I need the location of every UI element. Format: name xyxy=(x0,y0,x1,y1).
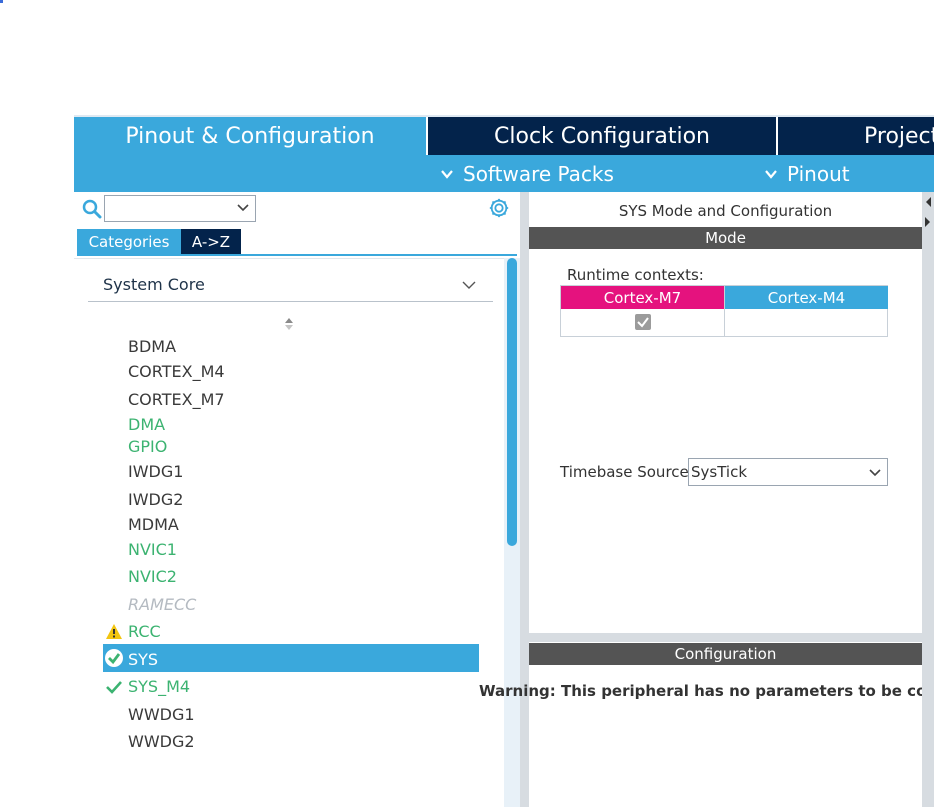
list-item-nvic1[interactable]: NVIC1 xyxy=(128,540,177,559)
list-item-dma[interactable]: DMA xyxy=(128,415,165,434)
chevron-down-icon[interactable] xyxy=(462,280,476,290)
chevron-down-icon xyxy=(869,469,881,477)
search-input[interactable] xyxy=(104,195,256,222)
timebase-source-select[interactable]: SysTick xyxy=(688,458,888,486)
az-label: A->Z xyxy=(191,232,231,251)
az-button[interactable]: A->Z xyxy=(181,229,241,254)
chevron-left-icon[interactable] xyxy=(924,196,932,208)
tab-label: Clock Configuration xyxy=(494,123,710,149)
tab-project-manager[interactable]: Project Manager xyxy=(778,117,934,155)
list-item-sys-m4[interactable]: SYS_M4 xyxy=(128,677,190,696)
mode-header-label: Mode xyxy=(705,229,746,247)
tab-label: Pinout & Configuration xyxy=(125,123,375,149)
list-item-iwdg1[interactable]: IWDG1 xyxy=(128,462,183,481)
scrollbar-thumb[interactable] xyxy=(507,258,517,546)
gear-icon[interactable] xyxy=(488,197,510,219)
corner-mark xyxy=(0,0,3,3)
software-packs-label: Software Packs xyxy=(463,161,614,186)
list-item-cortex-m4[interactable]: CORTEX_M4 xyxy=(128,362,225,381)
configuration-section-header[interactable]: Configuration xyxy=(529,643,922,665)
tab-clock-configuration[interactable]: Clock Configuration xyxy=(428,117,776,155)
check-icon xyxy=(637,317,649,328)
timebase-source-value: SysTick xyxy=(691,463,748,481)
selected-row-highlight xyxy=(103,644,479,672)
list-item-rcc[interactable]: RCC xyxy=(128,622,161,641)
list-item-sys[interactable]: SYS xyxy=(128,650,158,669)
configuration-header-label: Configuration xyxy=(674,645,777,663)
stm32cube-app: Pinout & Configuration Clock Configurati… xyxy=(74,115,934,807)
chevron-down-icon[interactable] xyxy=(237,203,249,213)
list-item-mdma[interactable]: MDMA xyxy=(128,515,179,534)
context-header-cortex-m4: Cortex-M4 xyxy=(725,286,888,309)
panel-splitter[interactable] xyxy=(520,192,529,807)
list-item-wwdg2[interactable]: WWDG2 xyxy=(128,732,195,751)
pinout-menu[interactable]: Pinout xyxy=(765,155,850,192)
context-checkbox-cortex-m7[interactable] xyxy=(635,314,651,330)
list-item-nvic2[interactable]: NVIC2 xyxy=(128,567,177,586)
software-packs-menu[interactable]: Software Packs xyxy=(441,155,614,192)
right-panel-scrollbar[interactable] xyxy=(922,192,934,807)
list-item-iwdg2[interactable]: IWDG2 xyxy=(128,490,183,509)
tab-pinout-configuration[interactable]: Pinout & Configuration xyxy=(74,117,426,155)
group-title-system-core[interactable]: System Core xyxy=(103,275,205,294)
chevron-down-icon xyxy=(765,169,777,179)
context-label: Cortex-M4 xyxy=(767,288,846,307)
context-checkbox-cortex-m4[interactable] xyxy=(725,310,888,336)
top-tab-bar: Pinout & Configuration Clock Configurati… xyxy=(74,115,934,155)
tab-label: Project Manager xyxy=(864,123,934,149)
list-item-ramecc[interactable]: RAMECC xyxy=(128,595,196,614)
section-splitter[interactable] xyxy=(529,633,922,642)
sub-menu-bar: Software Packs Pinout xyxy=(74,155,934,192)
runtime-context-table: Cortex-M7 Cortex-M4 xyxy=(560,285,888,337)
no-parameters-warning: Warning: This peripheral has no paramete… xyxy=(479,682,934,700)
runtime-contexts-label: Runtime contexts: xyxy=(567,266,704,284)
context-label: Cortex-M7 xyxy=(603,288,682,307)
timebase-source-label: Timebase Source xyxy=(560,463,689,481)
check-circle-icon xyxy=(105,649,123,667)
pinout-label: Pinout xyxy=(787,161,850,186)
categories-label: Categories xyxy=(88,232,170,251)
mode-section-header[interactable]: Mode xyxy=(529,227,922,249)
context-header-cortex-m7: Cortex-M7 xyxy=(561,286,724,309)
list-item-gpio[interactable]: GPIO xyxy=(128,437,167,456)
mode-configuration-panel: SYS Mode and Configuration Mode Runtime … xyxy=(479,192,934,807)
group-divider xyxy=(88,301,493,302)
search-icon[interactable] xyxy=(82,199,102,219)
chevron-down-icon xyxy=(441,169,453,179)
chevron-right-icon[interactable] xyxy=(924,216,932,228)
sort-icon[interactable] xyxy=(283,316,295,332)
list-item-cortex-m7[interactable]: CORTEX_M7 xyxy=(128,390,225,409)
check-icon xyxy=(106,681,122,694)
panel-title: SYS Mode and Configuration xyxy=(618,202,833,220)
category-underline xyxy=(77,254,517,256)
warning-icon xyxy=(106,624,122,639)
list-item-bdma[interactable]: BDMA xyxy=(128,337,176,356)
categories-button[interactable]: Categories xyxy=(77,229,181,254)
list-item-wwdg1[interactable]: WWDG1 xyxy=(128,705,195,724)
list-scrollbar[interactable] xyxy=(504,258,520,807)
